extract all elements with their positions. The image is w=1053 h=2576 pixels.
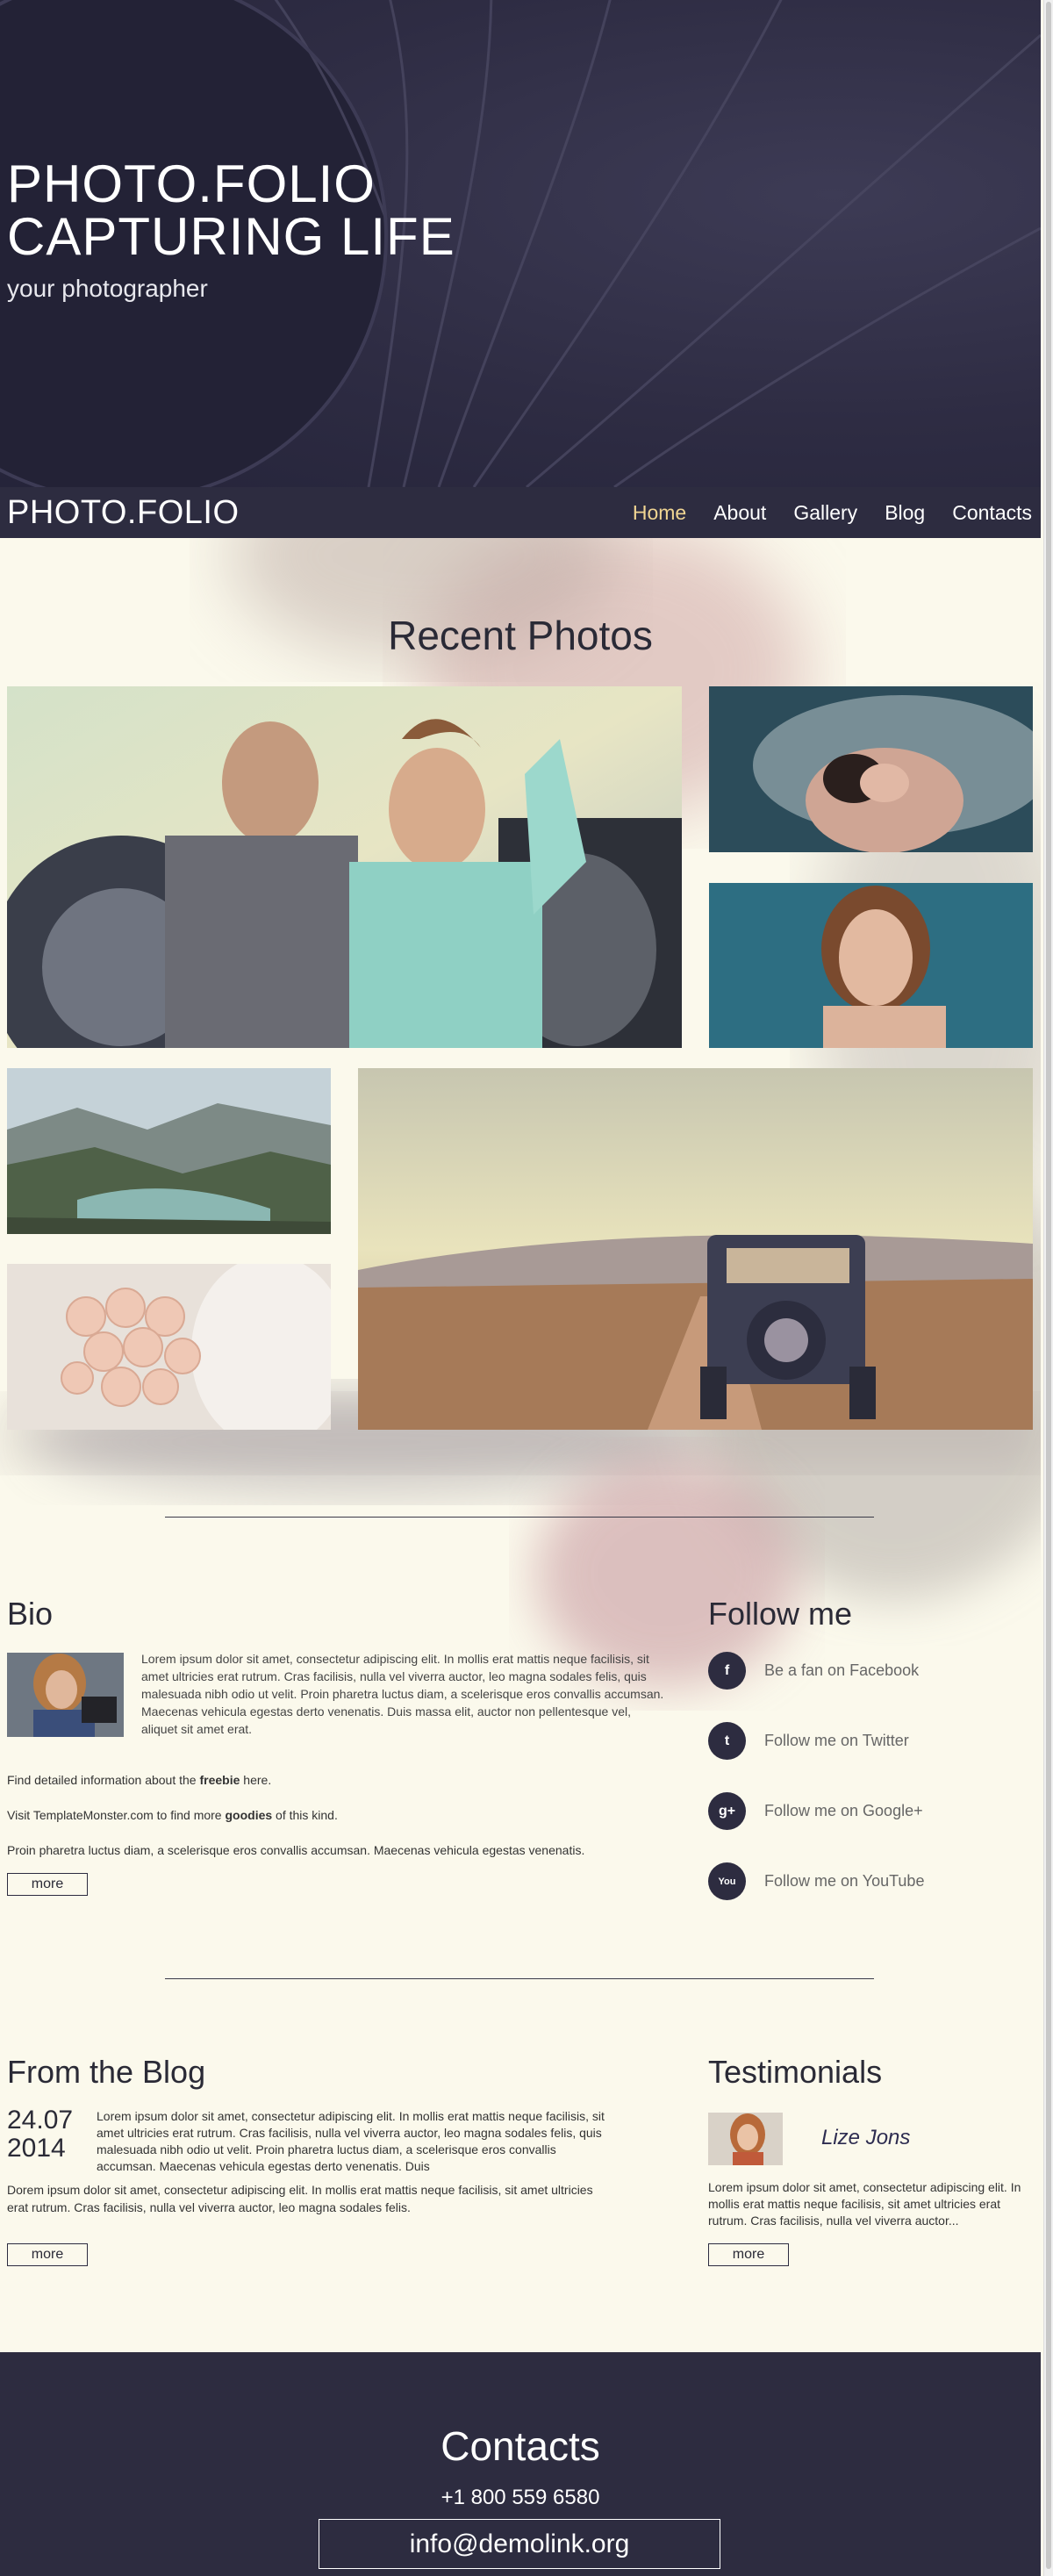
photo-woman-portrait[interactable] [709, 883, 1033, 1048]
nav-blog[interactable]: Blog [885, 501, 925, 525]
divider-1 [165, 1517, 874, 1518]
bio-lead-text: Lorem ipsum dolor sit amet, consectetur … [141, 1652, 664, 1736]
bio-line-goodies: Visit TemplateMonster.com to find more g… [7, 1808, 338, 1822]
nav-about[interactable]: About [713, 501, 766, 525]
recent-photos-title: Recent Photos [388, 613, 653, 658]
google-plus-icon: g+ [708, 1792, 746, 1830]
follow-twitter-label[interactable]: Follow me on Twitter [764, 1732, 909, 1750]
photo-mountain-lake[interactable] [7, 1068, 331, 1234]
main-menu: Home About Gallery Blog Contacts [605, 487, 1032, 538]
site-logo[interactable]: PHOTO.FOLIO [7, 494, 240, 532]
follow-title: Follow me [708, 1596, 853, 1632]
photo-woman-veil[interactable] [709, 686, 1033, 852]
hero-subtitle: your photographer [7, 275, 208, 302]
facebook-icon: f [708, 1652, 746, 1690]
goodies-link[interactable]: goodies [225, 1808, 272, 1822]
testimonial-avatar [708, 2113, 783, 2165]
blog-lead-text: Lorem ipsum dolor sit amet, consectetur … [97, 2109, 605, 2173]
testimonials-more-button[interactable]: more [708, 2243, 789, 2266]
follow-google-plus[interactable]: g+ Follow me on Google+ [708, 1792, 923, 1830]
photo-vintage-car[interactable] [358, 1068, 1033, 1430]
scrollbar-thumb[interactable] [1046, 2, 1051, 2569]
testimonial-author: Lize Jons [821, 2126, 911, 2149]
bio-more-button[interactable]: more [7, 1873, 88, 1896]
blog-date-year: 2014 [7, 2134, 66, 2163]
blog-date-day: 24.07 [7, 2106, 74, 2135]
follow-youtube[interactable]: You Follow me on YouTube [708, 1862, 924, 1900]
divider-2 [165, 1978, 874, 1979]
follow-youtube-label[interactable]: Follow me on YouTube [764, 1872, 924, 1891]
scrollbar[interactable] [1043, 0, 1053, 2576]
nav-home[interactable]: Home [633, 501, 686, 525]
blog-text: Dorem ipsum dolor sit amet, consectetur … [7, 2183, 593, 2214]
bio-line-freebie: Find detailed information about the free… [7, 1773, 271, 1787]
bio-photo [7, 1653, 124, 1737]
hero-title-line1: PHOTO.FOLIO [7, 154, 376, 213]
follow-twitter[interactable]: t Follow me on Twitter [708, 1722, 909, 1760]
follow-google-plus-label[interactable]: Follow me on Google+ [764, 1802, 923, 1820]
bio-line1-text: Find detailed information about the [7, 1773, 200, 1787]
freebie-link[interactable]: freebie [199, 1773, 240, 1787]
blog-more-button[interactable]: more [7, 2243, 88, 2266]
bio-title: Bio [7, 1596, 54, 1632]
bio-line2-text: Visit TemplateMonster.com to find more [7, 1808, 226, 1822]
testimonials-title: Testimonials [708, 2054, 883, 2090]
youtube-icon: You [708, 1862, 746, 1900]
hero-banner: PHOTO.FOLIO CAPTURING LIFE your photogra… [0, 0, 1041, 487]
nav-contacts[interactable]: Contacts [952, 501, 1032, 525]
photo-couple-motorcycle[interactable] [7, 686, 682, 1048]
page: PHOTO.FOLIO CAPTURING LIFE your photogra… [0, 0, 1053, 2576]
contacts-title: Contacts [441, 2423, 600, 2469]
blog-title: From the Blog [7, 2054, 206, 2090]
photo-rose-bouquet[interactable] [7, 1264, 331, 1430]
footer-contacts: Contacts +1 800 559 6580 info@demolink.o… [0, 2352, 1041, 2576]
follow-facebook-label[interactable]: Be a fan on Facebook [764, 1661, 919, 1680]
bio-line2-end: of this kind. [272, 1808, 338, 1822]
twitter-icon: t [708, 1722, 746, 1760]
follow-facebook[interactable]: f Be a fan on Facebook [708, 1652, 919, 1690]
testimonial-text: Lorem ipsum dolor sit amet, consectetur … [708, 2180, 1021, 2228]
navbar: PHOTO.FOLIO Home About Gallery Blog Cont… [0, 487, 1041, 538]
contact-phone: +1 800 559 6580 [441, 2486, 600, 2509]
nav-gallery[interactable]: Gallery [793, 501, 857, 525]
bio-line1-end: here. [240, 1773, 272, 1787]
bio-line-3: Proin pharetra luctus diam, a scelerisqu… [7, 1843, 585, 1857]
hero-title-line2: CAPTURING LIFE [7, 207, 455, 266]
contact-email-box[interactable]: info@demolink.org [319, 2519, 720, 2569]
